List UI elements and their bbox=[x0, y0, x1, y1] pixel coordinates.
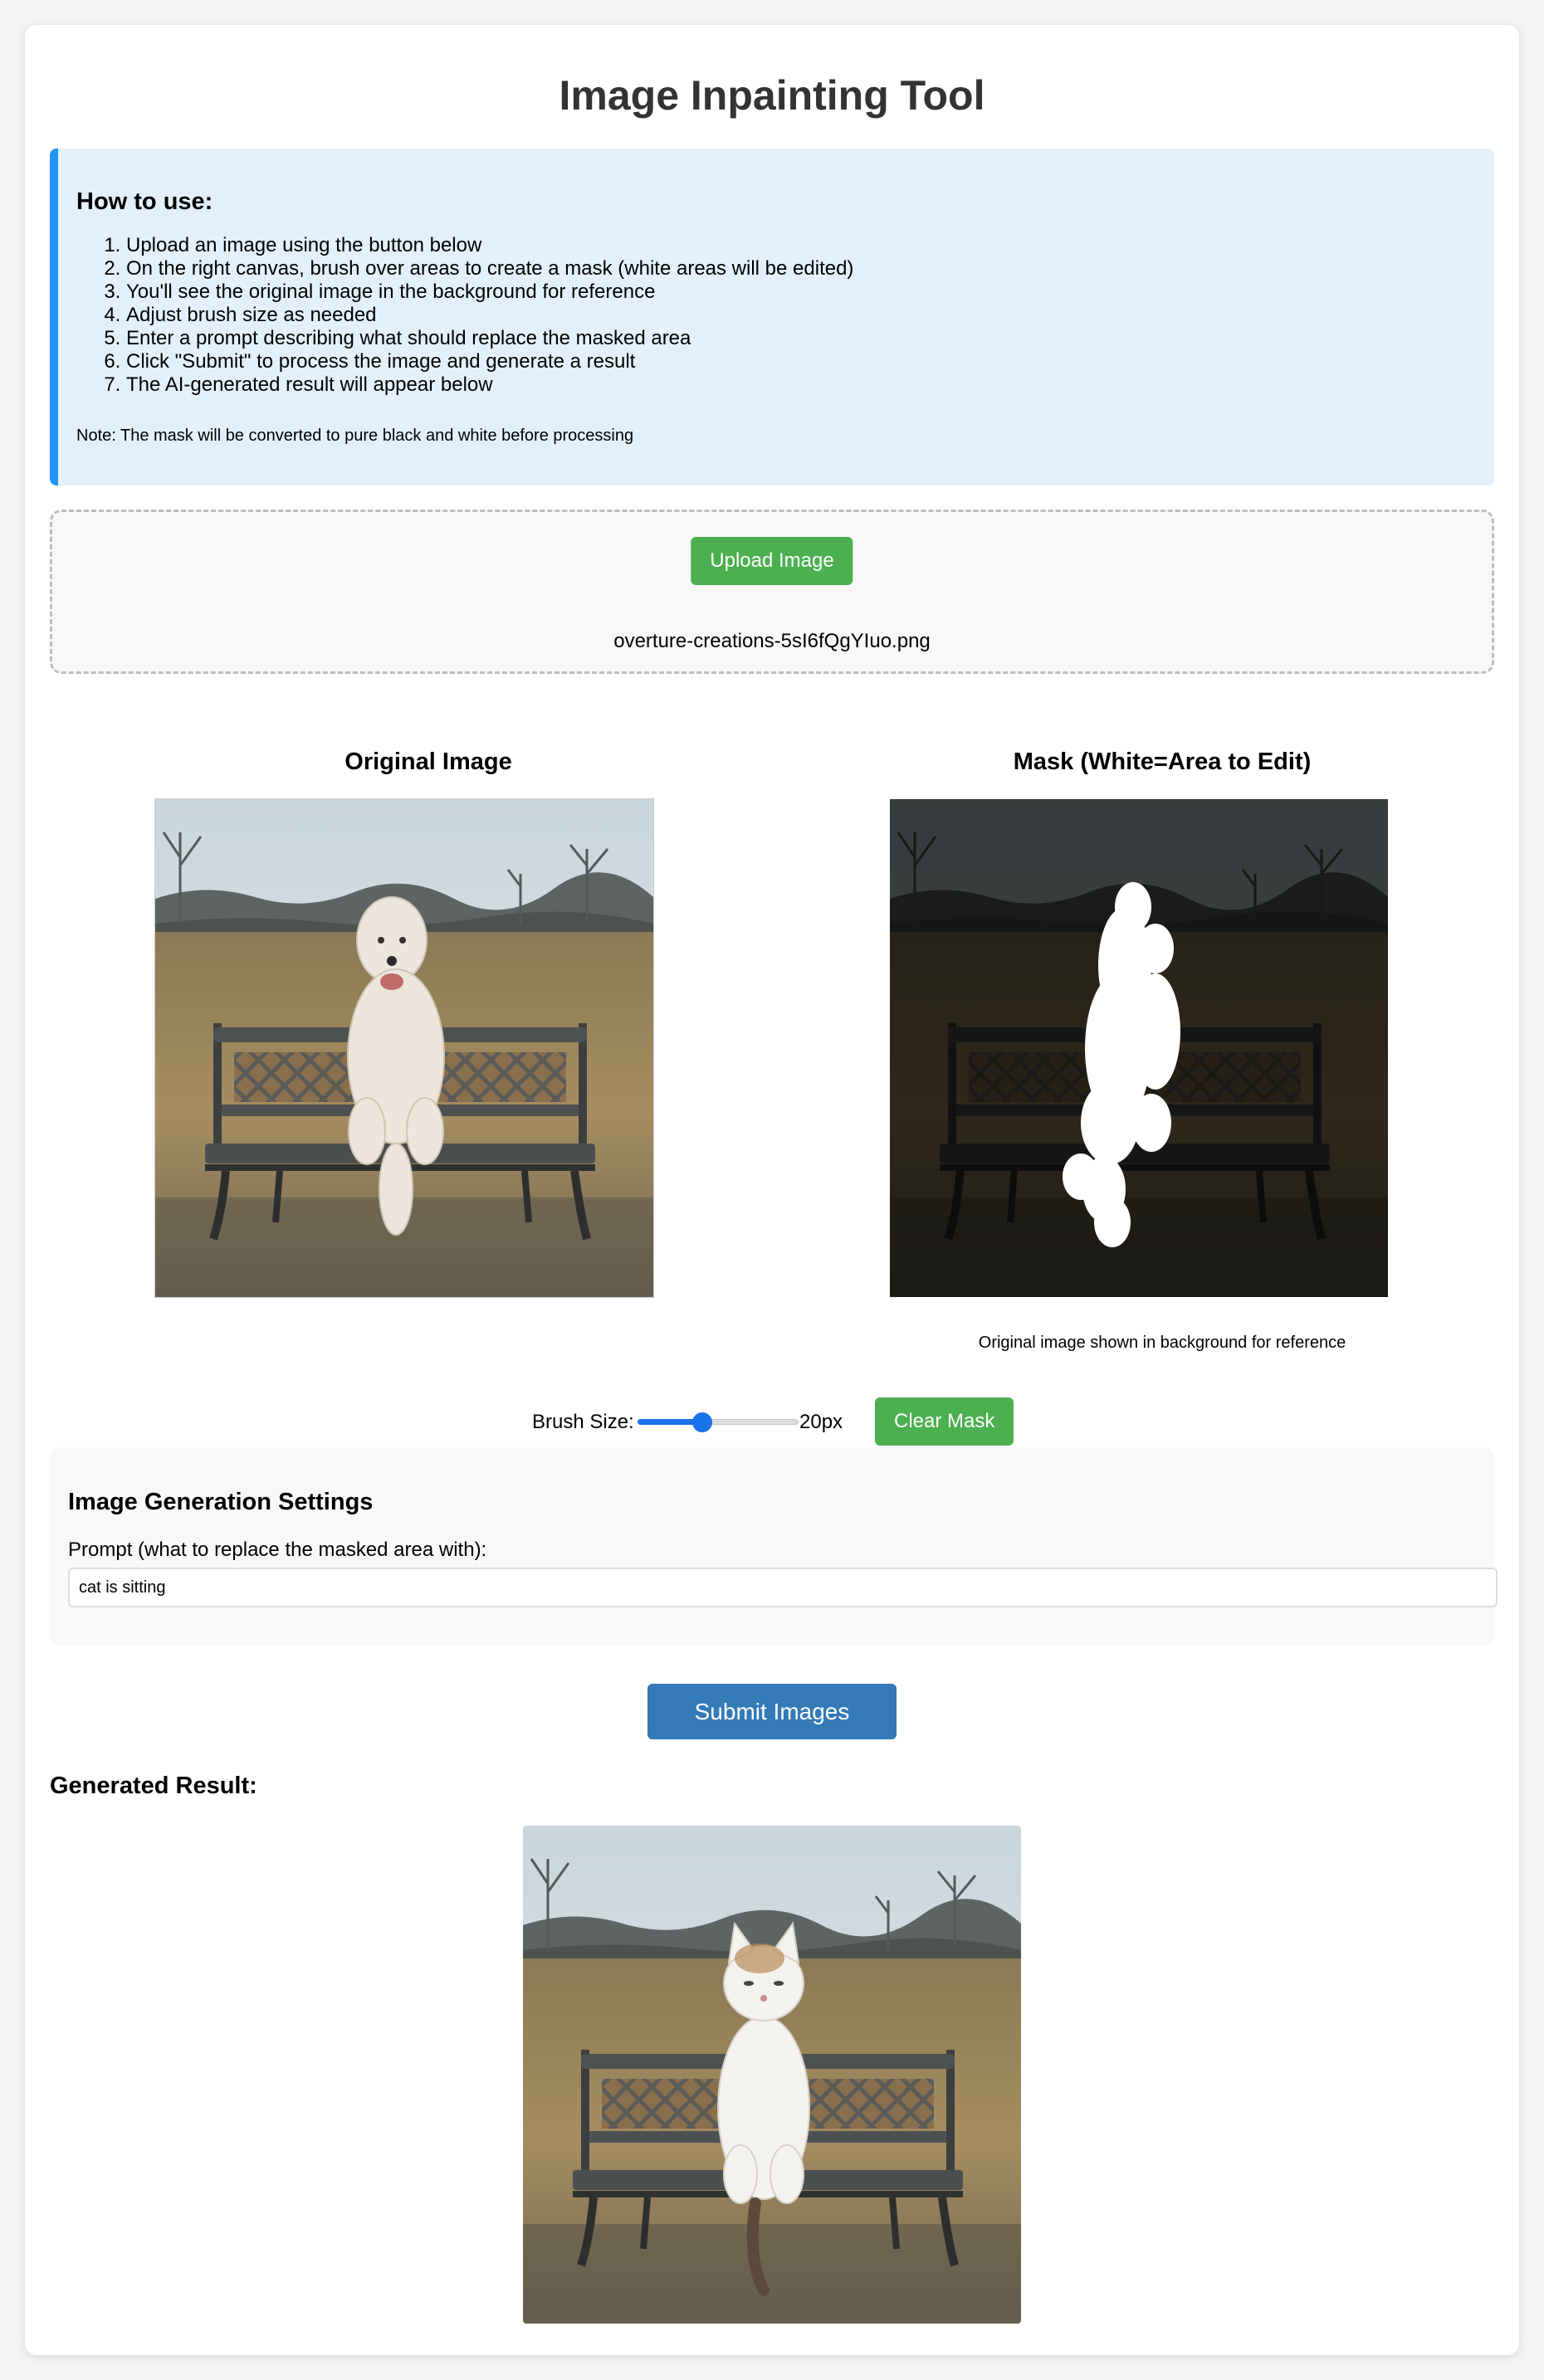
clear-mask-button[interactable]: Clear Mask bbox=[875, 1397, 1014, 1446]
mask-caption: Original image shown in background for r… bbox=[978, 1334, 1346, 1352]
instruction-step: Enter a prompt describing what should re… bbox=[126, 327, 1494, 350]
instruction-step: Click "Submit" to process the image and … bbox=[126, 350, 1494, 373]
instructions-note: Note: The mask will be converted to pure… bbox=[76, 427, 634, 445]
upload-image-button[interactable]: Upload Image bbox=[691, 537, 853, 585]
instruction-step: Upload an image using the button below bbox=[126, 234, 1494, 257]
instruction-step: The AI-generated result will appear belo… bbox=[126, 373, 1494, 397]
instructions-panel: How to use: Upload an image using the bu… bbox=[50, 149, 1494, 485]
result-heading: Generated Result: bbox=[50, 1773, 257, 1799]
upload-area[interactable]: Upload Image overture-creations-5sI6fQgY… bbox=[50, 510, 1494, 674]
instruction-step: You'll see the original image in the bac… bbox=[126, 280, 1494, 304]
instruction-step: On the right canvas, brush over areas to… bbox=[126, 257, 1494, 280]
instructions-list: Upload an image using the button below O… bbox=[76, 234, 1494, 397]
mask-canvas[interactable] bbox=[890, 799, 1388, 1297]
dog-on-bench-photo bbox=[155, 799, 653, 1297]
mask-canvas-drawing[interactable] bbox=[890, 799, 1388, 1297]
prompt-label: Prompt (what to replace the masked area … bbox=[68, 1539, 487, 1561]
brush-size-value: 20px bbox=[799, 1411, 843, 1433]
cat-on-bench-photo bbox=[523, 1826, 1021, 2324]
brush-size-slider[interactable] bbox=[638, 1412, 799, 1432]
instructions-heading: How to use: bbox=[76, 188, 213, 215]
uploaded-filename: overture-creations-5sI6fQgYIuo.png bbox=[613, 630, 931, 652]
brush-size-label: Brush Size: bbox=[532, 1411, 634, 1433]
page-title: Image Inpainting Tool bbox=[559, 72, 985, 119]
submit-images-button[interactable]: Submit Images bbox=[647, 1684, 897, 1739]
original-image bbox=[154, 798, 654, 1298]
generation-settings-panel: Image Generation Settings Prompt (what t… bbox=[50, 1447, 1498, 1646]
brush-controls: Brush Size: 20px Clear Mask bbox=[25, 1397, 1519, 1447]
instruction-step: Adjust brush size as needed bbox=[126, 304, 1494, 327]
generated-result-image bbox=[523, 1826, 1021, 2324]
main-card: Image Inpainting Tool How to use: Upload… bbox=[25, 25, 1519, 2355]
slider-thumb[interactable] bbox=[691, 1412, 712, 1432]
settings-heading: Image Generation Settings bbox=[68, 1489, 374, 1515]
original-image-title: Original Image bbox=[344, 749, 512, 775]
prompt-input[interactable] bbox=[68, 1568, 1498, 1607]
mask-title: Mask (White=Area to Edit) bbox=[1013, 749, 1312, 775]
